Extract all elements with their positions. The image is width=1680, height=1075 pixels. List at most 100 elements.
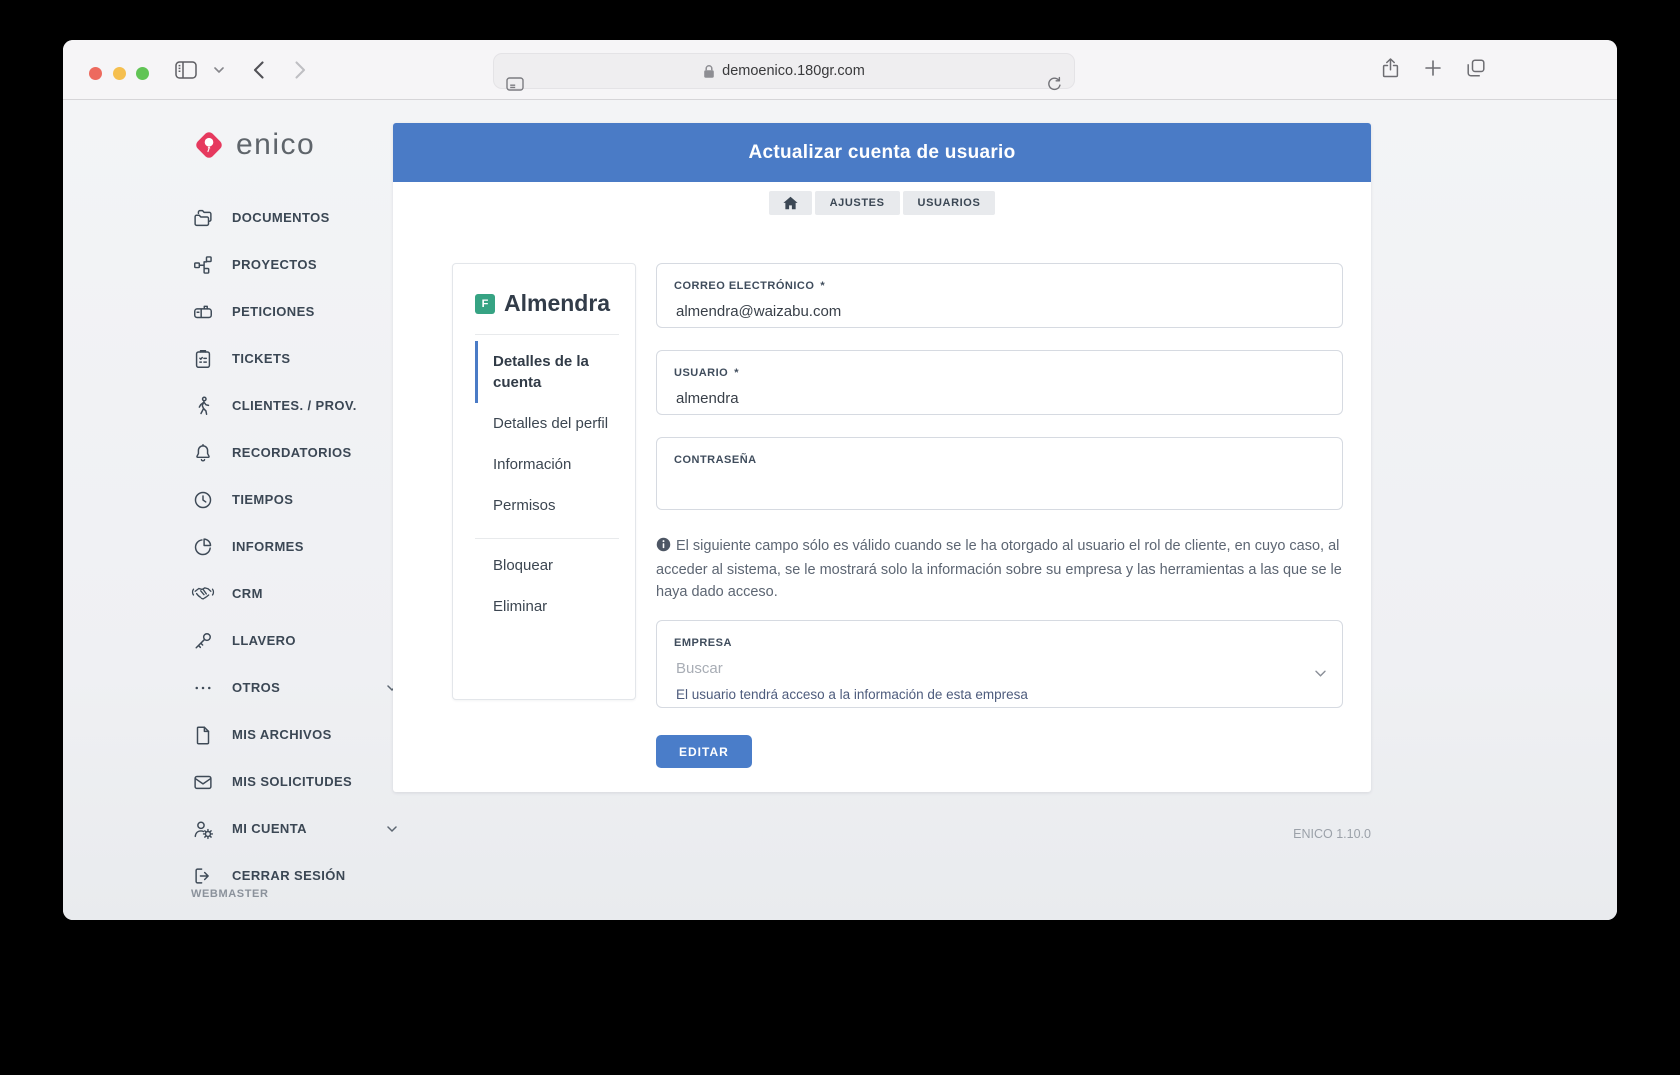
- account-nav: Detalles de la cuenta Detalles del perfi…: [475, 341, 635, 526]
- minimize-window-button[interactable]: [113, 67, 126, 80]
- sidebar-item-otros[interactable]: OTROS: [185, 664, 425, 711]
- sidebar-item-proyectos[interactable]: PROYECTOS: [185, 241, 425, 288]
- ellipsis-icon: [191, 677, 215, 699]
- sidebar-item-label: TIEMPOS: [232, 492, 293, 507]
- share-icon[interactable]: [1382, 58, 1399, 83]
- key-icon: [191, 630, 215, 652]
- breadcrumb-home-button[interactable]: [769, 191, 812, 215]
- company-info-note: El siguiente campo sólo es válido cuando…: [656, 535, 1343, 603]
- app-version-label: ENICO 1.10.0: [393, 827, 1371, 841]
- sidebar-item-label: RECORDATORIOS: [232, 445, 352, 460]
- close-window-button[interactable]: [89, 67, 102, 80]
- email-input[interactable]: [674, 303, 1325, 320]
- bell-icon: [191, 442, 215, 464]
- sidebar-item-documentos[interactable]: DOCUMENTOS: [185, 194, 425, 241]
- main-panel: Actualizar cuenta de usuario AJUSTES USU…: [393, 123, 1371, 792]
- sidebar-toggle-icon[interactable]: [171, 40, 201, 100]
- url-text: demoenico.180gr.com: [722, 63, 865, 79]
- enico-logo-icon: [190, 126, 228, 164]
- account-nav-detalles-perfil[interactable]: Detalles del perfil: [475, 403, 635, 444]
- sidebar-item-label: MIS SOLICITUDES: [232, 774, 352, 789]
- user-role-label: WEBMASTER: [191, 888, 269, 900]
- sidebar-item-clientes-prov[interactable]: CLIENTES. / PROV.: [185, 382, 425, 429]
- account-form: CORREO ELECTRÓNICO* USUARIO* CONTRASEÑA …: [656, 263, 1343, 768]
- username-input[interactable]: [674, 390, 1325, 407]
- dropdown-caret-icon[interactable]: [1315, 665, 1326, 683]
- handshake-icon: [191, 583, 215, 605]
- logout-icon: [191, 865, 215, 887]
- sidebar-item-label: CLIENTES. / PROV.: [232, 398, 357, 413]
- sidebar-item-label: MI CUENTA: [232, 821, 307, 836]
- address-bar[interactable]: demoenico.180gr.com: [493, 53, 1075, 89]
- password-label: CONTRASEÑA: [674, 454, 757, 466]
- sidebar-item-label: PROYECTOS: [232, 257, 317, 272]
- account-nav-informacion[interactable]: Información: [475, 444, 635, 485]
- zoom-window-button[interactable]: [136, 67, 149, 80]
- sidebar-item-tickets[interactable]: TICKETS: [185, 335, 425, 382]
- user-gear-icon: [191, 818, 215, 840]
- required-asterisk: *: [734, 367, 738, 379]
- account-nav-detalles-cuenta[interactable]: Detalles de la cuenta: [475, 341, 635, 403]
- company-label: EMPRESA: [674, 637, 732, 649]
- forward-button[interactable]: [289, 40, 311, 100]
- sidebar-item-label: CRM: [232, 586, 263, 601]
- back-button[interactable]: [247, 40, 269, 100]
- username-label: USUARIO: [674, 367, 728, 379]
- chevron-down-icon[interactable]: [211, 40, 227, 100]
- sidebar-item-informes[interactable]: INFORMES: [185, 523, 425, 570]
- password-field-box[interactable]: CONTRASEÑA: [656, 437, 1343, 510]
- breadcrumb-usuarios-button[interactable]: USUARIOS: [903, 191, 996, 215]
- account-action-bloquear[interactable]: Bloquear: [475, 545, 635, 586]
- divider: [475, 334, 619, 335]
- company-field-box[interactable]: EMPRESA El usuario tendrá acceso a la in…: [656, 620, 1343, 708]
- divider: [475, 538, 619, 539]
- sidebar-item-label: PETICIONES: [232, 304, 315, 319]
- editar-button[interactable]: EDITAR: [656, 735, 752, 768]
- app-logo[interactable]: enico: [190, 126, 315, 164]
- sidebar-item-label: CERRAR SESIÓN: [232, 868, 346, 883]
- account-card: F Almendra Detalles de la cuenta Detalle…: [452, 263, 636, 700]
- project-network-icon: [191, 254, 215, 276]
- clipboard-icon: [191, 348, 215, 370]
- envelope-icon: [191, 771, 215, 793]
- sidebar-menu: DOCUMENTOS PROYECTOS: [185, 194, 425, 899]
- sidebar-item-crm[interactable]: CRM: [185, 570, 425, 617]
- file-icon: [191, 724, 215, 746]
- tab-overview-icon[interactable]: [1467, 59, 1485, 82]
- home-icon: [783, 196, 798, 210]
- pie-chart-icon: [191, 536, 215, 558]
- breadcrumb-ajustes-button[interactable]: AJUSTES: [815, 191, 900, 215]
- sidebar-item-label: INFORMES: [232, 539, 304, 554]
- browser-toolbar: demoenico.180gr.com: [63, 40, 1617, 100]
- password-input[interactable]: [674, 477, 1325, 494]
- breadcrumb: AJUSTES USUARIOS: [393, 191, 1371, 215]
- account-name: Almendra: [504, 290, 610, 317]
- new-tab-icon[interactable]: [1425, 60, 1441, 81]
- walking-person-icon: [191, 395, 215, 417]
- sidebar-item-mis-archivos[interactable]: MIS ARCHIVOS: [185, 711, 425, 758]
- sidebar-item-tiempos[interactable]: TIEMPOS: [185, 476, 425, 523]
- sidebar-item-label: MIS ARCHIVOS: [232, 727, 332, 742]
- company-info-text: El siguiente campo sólo es válido cuando…: [656, 538, 1342, 600]
- account-action-eliminar[interactable]: Eliminar: [475, 586, 635, 627]
- logo-text: enico: [236, 128, 315, 162]
- sidebar-item-llavero[interactable]: LLAVERO: [185, 617, 425, 664]
- sidebar-item-peticiones[interactable]: PETICIONES: [185, 288, 425, 335]
- sidebar-item-label: TICKETS: [232, 351, 290, 366]
- username-field-box[interactable]: USUARIO *: [656, 350, 1343, 415]
- mailbox-icon: [191, 301, 215, 323]
- company-search-input[interactable]: [674, 660, 1325, 677]
- browser-window: demoenico.180gr.com: [63, 40, 1617, 920]
- page-background: enico DOCUMENTOS: [63, 100, 1617, 920]
- account-nav-permisos[interactable]: Permisos: [475, 485, 635, 526]
- account-actions: Bloquear Eliminar: [475, 545, 635, 627]
- lock-icon: [703, 64, 715, 79]
- required-asterisk: *: [820, 280, 824, 292]
- info-icon: [656, 537, 671, 559]
- sidebar-item-recordatorios[interactable]: RECORDATORIOS: [185, 429, 425, 476]
- sidebar-item-mi-cuenta[interactable]: MI CUENTA: [185, 805, 425, 852]
- account-badge: F: [475, 294, 495, 314]
- panel-header: Actualizar cuenta de usuario: [393, 123, 1371, 182]
- sidebar-item-mis-solicitudes[interactable]: MIS SOLICITUDES: [185, 758, 425, 805]
- email-field-box[interactable]: CORREO ELECTRÓNICO*: [656, 263, 1343, 328]
